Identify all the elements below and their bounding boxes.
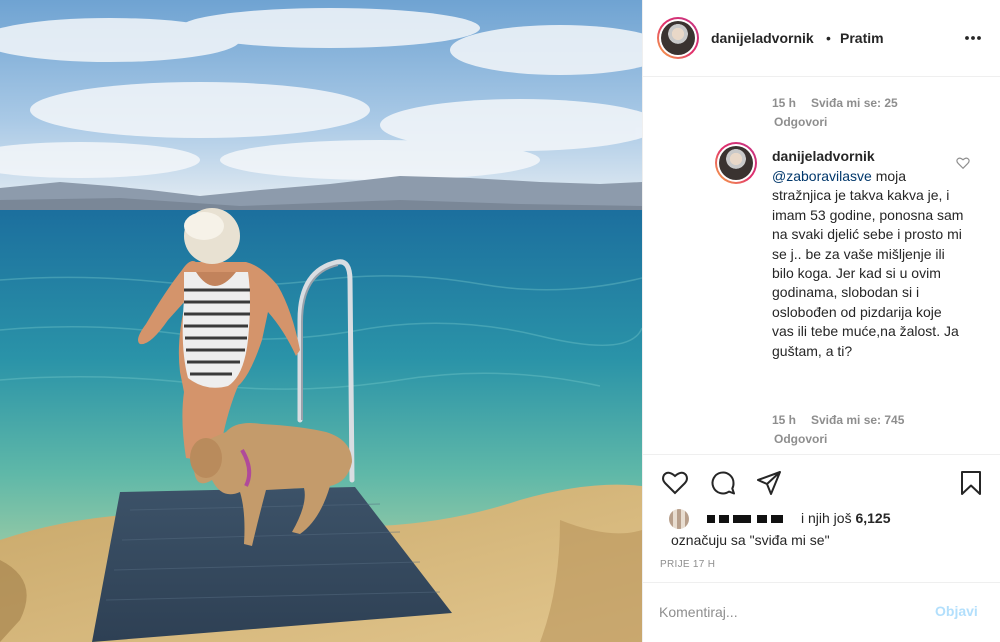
likes-summary[interactable]: i njih još 6,125 <box>661 507 991 529</box>
redacted-username <box>719 515 729 523</box>
heart-icon[interactable] <box>661 469 689 497</box>
post-comment-button[interactable]: Objavi <box>935 603 978 619</box>
comments-list[interactable]: 15 h Sviđa mi se: 25 Odgovori danijeladv… <box>643 78 1000 454</box>
comment-icon[interactable] <box>709 469 737 497</box>
post-header: danijeladvornik • Pratim <box>643 0 1000 77</box>
liker-avatar[interactable] <box>669 509 689 529</box>
likes-count-text[interactable]: i njih još 6,125 <box>801 510 891 526</box>
post-timestamp[interactable]: PRIJE 17 H <box>660 559 715 570</box>
more-horizontal-icon[interactable] <box>961 28 985 48</box>
comment-input[interactable] <box>659 600 909 624</box>
likes-suffix: označuju sa "sviđa mi se" <box>671 532 830 548</box>
post-side-panel: danijeladvornik • Pratim 15 h Sviđa mi s… <box>642 0 1000 642</box>
commenter-avatar[interactable] <box>715 142 757 184</box>
share-icon[interactable] <box>755 469 783 497</box>
comment-mention[interactable]: @zaboravilasve <box>772 168 872 184</box>
post-actions: i njih još 6,125 označuju sa "sviđa mi s… <box>643 454 1000 582</box>
redacted-username <box>733 515 751 523</box>
reply-button[interactable]: Odgovori <box>774 115 827 129</box>
comment-time: 15 h <box>772 413 797 427</box>
comment-body: moja stražnjica je takva kakva je, i ima… <box>772 168 964 359</box>
following-button[interactable]: Pratim <box>840 30 884 46</box>
post-photo-illustration <box>0 0 642 642</box>
comment-likes[interactable]: Sviđa mi se: 25 <box>811 96 898 110</box>
commenter-username[interactable]: danijeladvornik <box>772 148 875 164</box>
bookmark-icon[interactable] <box>957 469 985 497</box>
likes-count[interactable]: 6,125 <box>855 510 890 526</box>
add-comment-bar: Objavi <box>643 582 1000 642</box>
likes-prefix: i njih još <box>801 510 856 526</box>
redacted-username <box>757 515 767 523</box>
redacted-username <box>707 515 715 523</box>
author-avatar[interactable] <box>657 17 699 59</box>
comment-time: 15 h <box>772 96 797 110</box>
comment-likes[interactable]: Sviđa mi se: 745 <box>811 413 904 427</box>
redacted-username <box>771 515 783 523</box>
reply-button[interactable]: Odgovori <box>774 432 827 446</box>
post-image[interactable] <box>0 0 642 642</box>
comment-text: @zaboravilasve moja stražnjica je takva … <box>772 167 967 361</box>
header-separator: • <box>826 30 831 46</box>
author-username[interactable]: danijeladvornik <box>711 30 814 46</box>
